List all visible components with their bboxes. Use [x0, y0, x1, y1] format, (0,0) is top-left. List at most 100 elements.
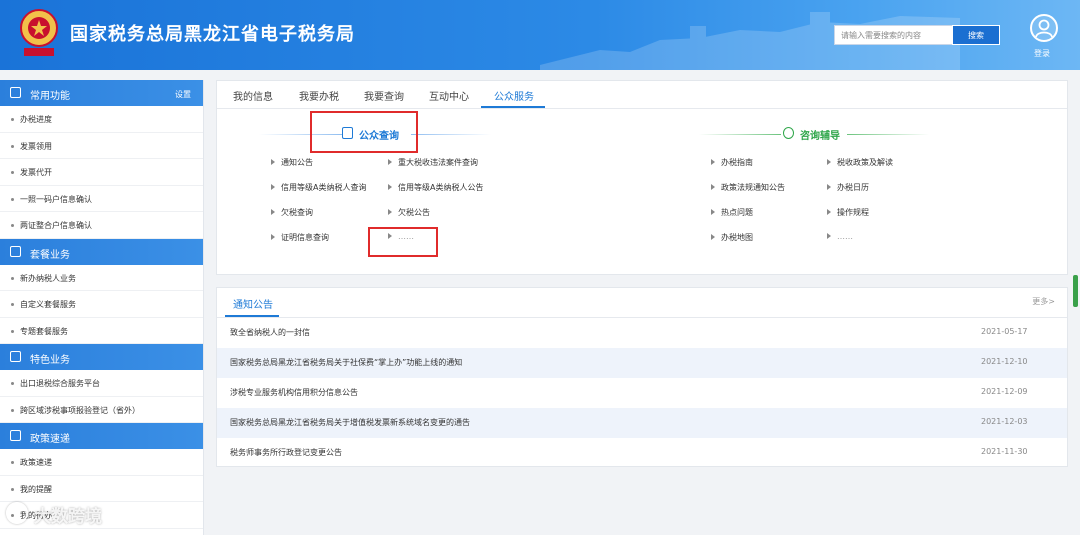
notice-date: 2021-12-10	[981, 357, 1028, 366]
user-icon	[1035, 19, 1053, 38]
more-link[interactable]: 更多>	[1032, 296, 1055, 307]
sidebar-item-label: 专题套餐服务	[20, 326, 68, 336]
notice-title: 涉税专业服务机构信用积分信息公告	[230, 388, 358, 397]
link-label: 通知公告	[281, 158, 313, 167]
bullet-icon	[11, 382, 14, 385]
sidebar-section-policy[interactable]: 政策速递	[0, 423, 203, 449]
link-policy-interpretation[interactable]: 税收政策及解读	[827, 157, 893, 168]
divider-line	[411, 134, 491, 135]
link-label: 操作规程	[837, 208, 869, 217]
sidebar-item[interactable]: 出口退税综合服务平台	[0, 370, 203, 397]
common-functions-icon	[10, 87, 21, 98]
link-violation-query[interactable]: 重大税收违法案件查询	[388, 157, 478, 168]
link-credit-notice[interactable]: 信用等级A类纳税人公告	[388, 182, 483, 193]
sidebar-item-label: 我的提醒	[20, 484, 52, 494]
link-notice[interactable]: 通知公告	[271, 157, 313, 168]
bullet-icon	[11, 487, 14, 491]
link-arrears-notice[interactable]: 欠税公告	[388, 207, 430, 218]
bullet-icon	[11, 118, 14, 121]
tab-bar: 我的信息 我要办税 我要查询 互动中心 公众服务	[217, 81, 1067, 109]
notice-row[interactable]: 国家税务总局黑龙江省税务局关于增值税发票新系统域名变更的通告 2021-12-0…	[217, 408, 1067, 438]
search-button[interactable]: 搜索	[952, 25, 1000, 45]
section-title: 常用功能	[30, 91, 70, 102]
notice-row[interactable]: 致全省纳税人的一封信 2021-05-17	[217, 318, 1067, 348]
sidebar-item[interactable]: 政策速递	[0, 449, 203, 476]
bullet-icon	[11, 276, 14, 280]
package-icon	[10, 245, 21, 257]
arrow-right-icon	[711, 184, 715, 190]
sidebar-item[interactable]: 发票领用	[0, 133, 203, 159]
sidebar: 常用功能 设置 办税进度 发票领用 发票代开 一照一码户信息确认 两证整合户信息…	[0, 80, 204, 535]
arrow-right-icon	[827, 209, 831, 215]
site-title: 国家税务总局黑龙江省电子税务局	[70, 24, 355, 45]
link-label: 办税地图	[721, 233, 753, 242]
tab-query[interactable]: 我要查询	[364, 88, 404, 103]
link-policy-notice[interactable]: 政策法规通知公告	[711, 182, 785, 193]
link-arrears-query[interactable]: 欠税查询	[271, 207, 313, 218]
arrow-right-icon	[711, 159, 715, 165]
link-procedures[interactable]: 操作规程	[827, 207, 869, 218]
scroll-indicator[interactable]	[1073, 275, 1078, 307]
sidebar-item[interactable]: 新办纳税人业务	[0, 265, 203, 291]
arrow-right-icon	[271, 209, 275, 215]
services-panel: 我的信息 我要办税 我要查询 互动中心 公众服务 公众查询 通知公告 信用等级A…	[216, 80, 1068, 275]
link-label: 欠税查询	[281, 208, 313, 217]
sidebar-item[interactable]: 专题套餐服务	[0, 318, 203, 344]
sidebar-section-package[interactable]: 套餐业务	[0, 238, 203, 265]
arrow-right-icon	[827, 159, 831, 165]
user-avatar-icon[interactable]	[1030, 14, 1058, 42]
sidebar-item[interactable]: 一照一码户信息确认	[0, 186, 203, 212]
link-tax-guide[interactable]: 办税指南	[711, 157, 753, 168]
sidebar-item-label: 一照一码户信息确认	[20, 194, 92, 204]
tab-tax-handling[interactable]: 我要办税	[299, 88, 339, 103]
bullet-icon	[11, 329, 14, 333]
notice-row[interactable]: 涉税专业服务机构信用积分信息公告 2021-12-09	[217, 378, 1067, 408]
search-input[interactable]: 请输入需要搜索的内容	[834, 25, 954, 45]
notice-panel: 通知公告 更多> 致全省纳税人的一封信 2021-05-17 国家税务总局黑龙江…	[216, 287, 1068, 467]
sidebar-item[interactable]: 办税进度	[0, 106, 203, 133]
sidebar-item-label: 跨区域涉税事项报验登记（省外）	[20, 405, 140, 415]
link-label: 欠税公告	[398, 208, 430, 217]
tab-public-service[interactable]: 公众服务	[494, 88, 534, 103]
sidebar-item-label: 办税进度	[20, 115, 52, 124]
sidebar-item[interactable]: 我的提醒	[0, 476, 203, 502]
highlight-box-more	[368, 227, 438, 257]
link-hot-issues[interactable]: 热点问题	[711, 207, 753, 218]
sidebar-section-special[interactable]: 特色业务	[0, 344, 203, 370]
divider-line	[699, 134, 781, 135]
sidebar-item[interactable]: 发票代开	[0, 159, 203, 186]
book-icon	[10, 430, 21, 441]
link-credit-query[interactable]: 信用等级A类纳税人查询	[271, 182, 366, 193]
sidebar-section-common[interactable]: 常用功能 设置	[0, 80, 203, 106]
arrow-right-icon	[711, 209, 715, 215]
link-more-consult[interactable]: ……	[827, 232, 853, 241]
tab-my-info[interactable]: 我的信息	[233, 88, 273, 103]
link-tax-map[interactable]: 办税地图	[711, 232, 753, 243]
sidebar-item[interactable]: 两证整合户信息确认	[0, 212, 203, 239]
notice-title: 致全省纳税人的一封信	[230, 328, 310, 337]
top-header: 国家税务总局黑龙江省电子税务局 请输入需要搜索的内容 搜索 登录	[0, 0, 1080, 70]
watermark-text: 大数跨境	[34, 507, 102, 527]
login-link[interactable]: 登录	[1034, 48, 1050, 59]
sidebar-item-label: 自定义套餐服务	[20, 300, 76, 309]
notice-row[interactable]: 税务师事务所行政登记变更公告 2021-11-30	[217, 438, 1067, 468]
link-tax-calendar[interactable]: 办税日历	[827, 182, 869, 193]
active-tab-indicator	[481, 106, 545, 108]
link-certificate-query[interactable]: 证明信息查询	[271, 232, 329, 243]
notice-tab[interactable]: 通知公告	[233, 296, 273, 311]
tab-interaction[interactable]: 互动中心	[429, 88, 469, 103]
notice-title: 国家税务总局黑龙江省税务局关于增值税发票新系统域名变更的通告	[230, 418, 470, 427]
arrow-right-icon	[711, 234, 715, 240]
tax-emblem-logo	[20, 9, 58, 56]
bullet-icon	[11, 224, 14, 227]
sidebar-item[interactable]: 自定义套餐服务	[0, 291, 203, 318]
sidebar-item-label: 两证整合户信息确认	[20, 221, 92, 230]
arrow-right-icon	[827, 233, 831, 239]
bullet-icon	[11, 408, 14, 412]
watermark-logo-icon	[6, 502, 28, 524]
link-label: 重大税收违法案件查询	[398, 158, 478, 167]
notice-row[interactable]: 国家税务总局黑龙江省税务局关于社保费“掌上办”功能上线的通知 2021-12-1…	[217, 348, 1067, 378]
settings-link[interactable]: 设置	[175, 89, 191, 100]
sidebar-item[interactable]: 跨区域涉税事项报验登记（省外）	[0, 397, 203, 423]
notice-date: 2021-11-30	[981, 447, 1028, 456]
